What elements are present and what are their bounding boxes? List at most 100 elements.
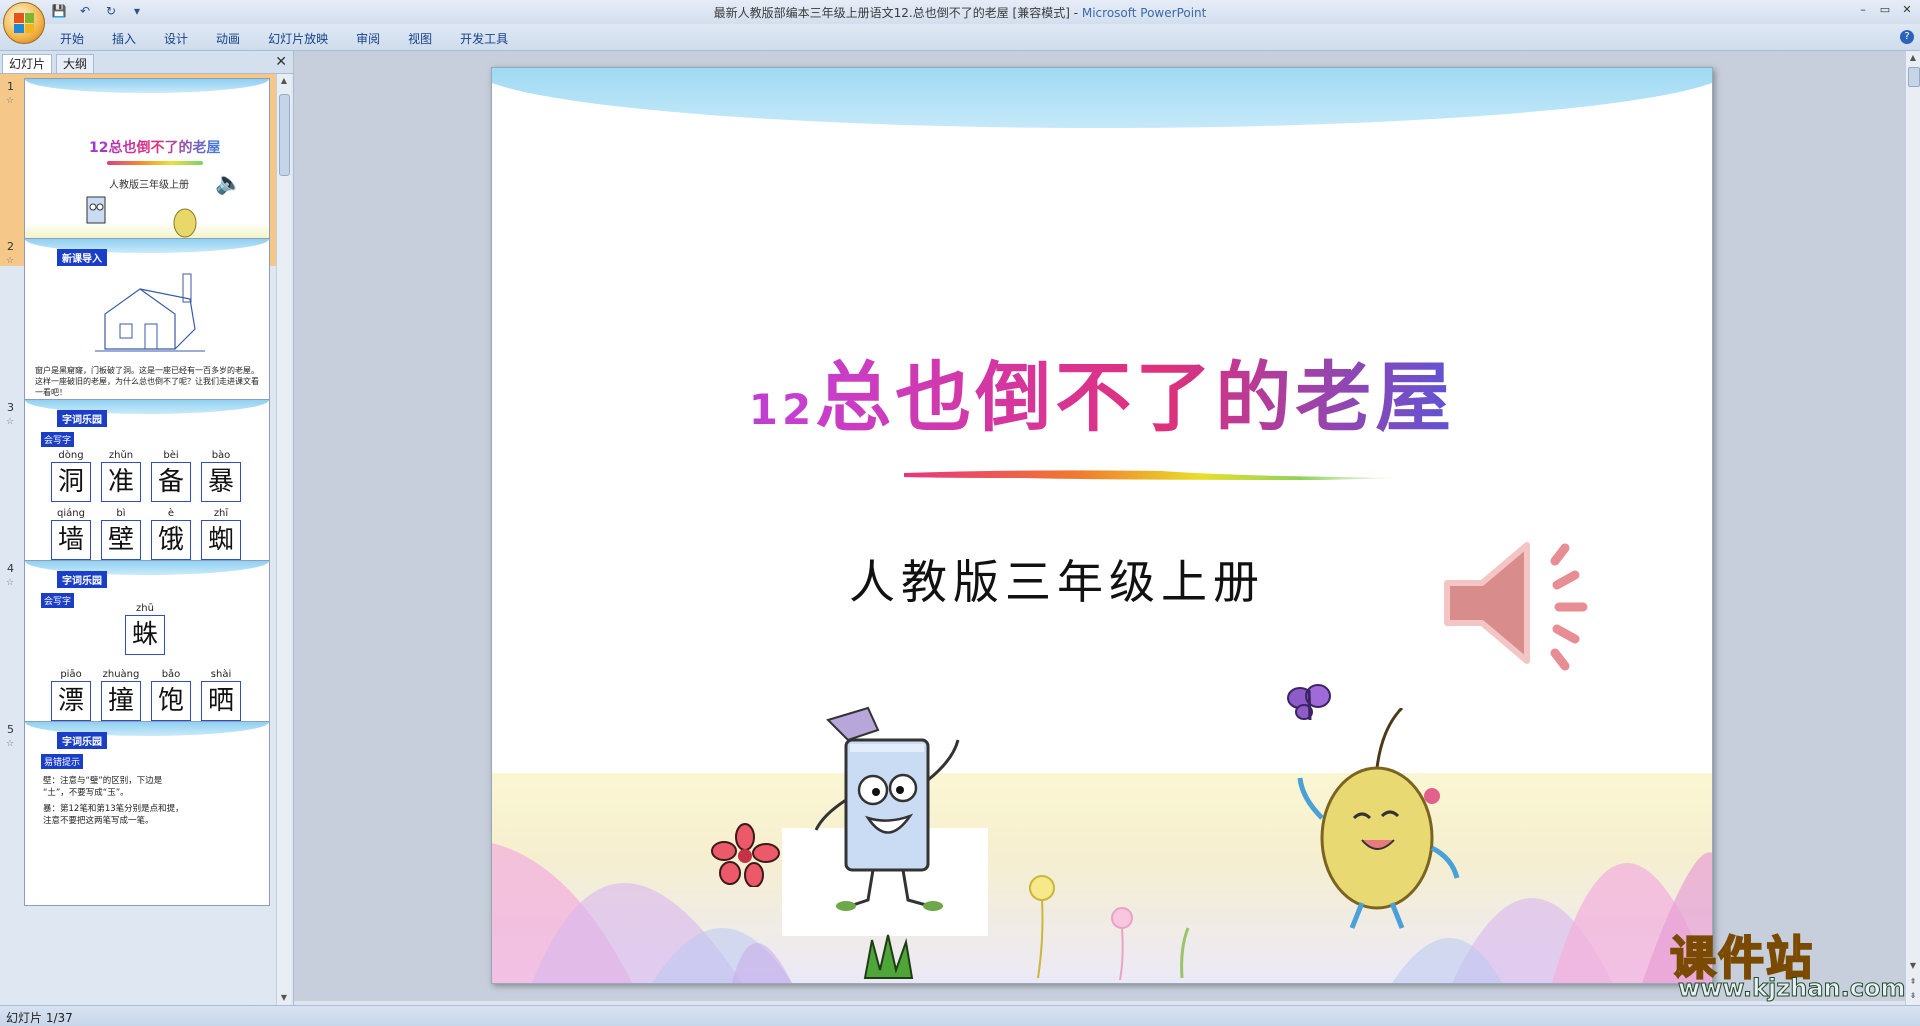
window-controls: – ▭ ✕ — [1854, 2, 1916, 18]
character-cell: zhū 蛛 — [125, 603, 165, 655]
thumbnail-tag: 新课导入 — [57, 249, 107, 266]
scroll-down-icon[interactable]: ▼ — [279, 993, 289, 1003]
watermark-url: www.kjzhan.com — [1677, 974, 1906, 1003]
scrollbar-thumb[interactable] — [279, 94, 290, 176]
tab-animations[interactable]: 动画 — [216, 30, 254, 47]
title-separator: - — [1069, 6, 1082, 20]
tab-slideshow[interactable]: 幻灯片放映 — [268, 30, 342, 47]
character: 洞 — [51, 462, 91, 502]
character: 晒 — [201, 681, 241, 721]
animation-star-icon: ☆ — [6, 256, 15, 266]
lesson-title: 总也倒不了的老屋 — [815, 353, 1456, 442]
slide-number: 1 — [7, 80, 14, 93]
thumbnail-brush-stroke — [107, 161, 203, 165]
minimize-button[interactable]: – — [1854, 2, 1872, 18]
restore-button[interactable]: ▭ — [1876, 2, 1894, 18]
book-character-icon — [814, 706, 960, 911]
slide-number: 4 — [7, 562, 14, 575]
status-bar: 幻灯片 1/37 — [0, 1005, 1920, 1026]
small-flowers-icon — [1029, 875, 1190, 981]
watermark: 课件站 www.kjzhan.com — [1669, 922, 1906, 1004]
ribbon-tabs: 开始 插入 设计 动画 幻灯片放映 审阅 视图 开发工具 — [60, 30, 536, 47]
character: 暴 — [201, 462, 241, 502]
thumbnail-subtag: 会写字 — [41, 593, 75, 608]
tab-slides[interactable]: 幻灯片 — [2, 54, 53, 73]
character-cell: zhī 蜘 — [201, 508, 241, 560]
scrollbar-thumb[interactable] — [1908, 67, 1920, 87]
close-button[interactable]: ✕ — [1898, 2, 1916, 18]
close-pane-icon[interactable]: ✕ — [275, 54, 287, 70]
pane-tabs: 幻灯片 大纲 ✕ — [0, 51, 293, 74]
slide-thumbnail-list: 1 ☆ 12总也倒不了的老屋 人教版三年级上册 🔈 2 ☆ 新课导入 窗户是黑窟… — [0, 74, 276, 1005]
scroll-down-icon[interactable]: ▼ — [1908, 961, 1918, 971]
pinyin: piāo — [60, 669, 82, 680]
speaker-icon: 🔈 — [215, 171, 243, 196]
office-button[interactable] — [3, 2, 45, 44]
tab-insert[interactable]: 插入 — [112, 30, 150, 47]
character-cell: piāo 漂 — [51, 669, 91, 721]
thumbnail-tag: 字词乐园 — [57, 732, 107, 749]
pinyin: bǎo — [161, 669, 181, 680]
character-row: piāo 漂 zhuàng 撞 bǎo 饱 shài 晒 — [51, 669, 241, 721]
character-row: zhū 蛛 — [125, 603, 165, 655]
pinyin: zhī — [213, 508, 229, 519]
character-cell: zhuàng 撞 — [101, 669, 141, 721]
character: 墙 — [51, 520, 91, 560]
book-character-icon — [86, 196, 106, 224]
tab-design[interactable]: 设计 — [164, 30, 202, 47]
previous-slide-icon[interactable]: ⇞ — [1908, 977, 1918, 987]
house-sketch-icon — [95, 273, 205, 352]
pinyin: bào — [211, 450, 231, 461]
pinyin: zhuàng — [102, 669, 140, 680]
character: 备 — [151, 462, 191, 502]
pinyin: qiáng — [57, 508, 85, 519]
lesson-number: 12 — [748, 385, 816, 434]
tab-review[interactable]: 审阅 — [356, 30, 394, 47]
thumbnail-scrollbar[interactable]: ▲ ▼ — [276, 74, 291, 1005]
scroll-up-icon[interactable]: ▲ — [1908, 53, 1918, 63]
tab-home[interactable]: 开始 — [60, 30, 98, 47]
document-title: 最新人教版部编本三年级上册语文12.总也倒不了的老屋 [兼容模式] — [713, 6, 1070, 20]
character: 蜘 — [201, 520, 241, 560]
slide-counter: 幻灯片 1/37 — [6, 1011, 73, 1025]
rainbow-brush-stroke — [904, 470, 1400, 480]
tab-developer[interactable]: 开发工具 — [460, 30, 522, 47]
character: 撞 — [101, 681, 141, 721]
thumbnail-text-line: 注意不要把这两笔写成一笔。 — [43, 816, 154, 826]
pinyin: dòng — [58, 450, 84, 461]
slide-thumbnail-5[interactable]: 5 ☆ 字词乐园 易错提示 壁：注意与“璧”的区别，下边是 “土”，不要写成“玉… — [0, 717, 276, 909]
character: 蛛 — [125, 615, 165, 655]
speaker-icon[interactable] — [1437, 523, 1607, 683]
pinyin: shài — [210, 669, 232, 680]
pinyin: zhǔn — [108, 450, 134, 461]
character-cell: qiáng 墙 — [51, 508, 91, 560]
next-slide-icon[interactable]: ⇟ — [1908, 991, 1918, 1001]
tab-outline[interactable]: 大纲 — [56, 54, 95, 73]
thumbnail-text-line: 壁：注意与“璧”的区别，下边是 — [43, 776, 163, 786]
slides-pane: 幻灯片 大纲 ✕ 1 ☆ 12总也倒不了的老屋 人教版三年级上册 🔈 2 ☆ 新… — [0, 51, 294, 1005]
thumbnail-subtitle: 人教版三年级上册 — [109, 180, 189, 191]
application-name: Microsoft PowerPoint — [1081, 6, 1207, 20]
character-cell: bào 暴 — [201, 450, 241, 502]
thumbnail-paragraph: 窗户是黑窟窿，门板破了洞。这是一座已经有一百多岁的老屋。这样一座破旧的老屋，为什… — [35, 366, 259, 397]
pinyin: zhū — [136, 603, 154, 614]
thumbnail-tag: 字词乐园 — [57, 571, 107, 588]
vertical-scrollbar[interactable]: ▲ ▼ ⇞ ⇟ — [1905, 51, 1920, 1005]
slide-title[interactable]: 12总也倒不了的老屋 — [492, 336, 1712, 446]
character-cell: shài 晒 — [201, 669, 241, 721]
help-icon[interactable]: ? — [1900, 30, 1914, 44]
character: 壁 — [101, 520, 141, 560]
current-slide[interactable]: 12总也倒不了的老屋 人教版三年级上册 — [491, 67, 1713, 984]
character-cell: bǎo 饱 — [151, 669, 191, 721]
thumbnail-text-line: “土”，不要写成“玉”。 — [43, 788, 129, 798]
character-cell: bèi 备 — [151, 450, 191, 502]
scroll-up-icon[interactable]: ▲ — [279, 76, 289, 86]
character: 饱 — [151, 681, 191, 721]
slide-number: 3 — [7, 401, 14, 414]
ribbon: 开始 插入 设计 动画 幻灯片放映 审阅 视图 开发工具 ? — [0, 24, 1920, 51]
animation-star-icon: ☆ — [6, 96, 15, 106]
grass-tuft-icon — [863, 934, 914, 979]
window-title: 最新人教版部编本三年级上册语文12.总也倒不了的老屋 [兼容模式] - Micr… — [0, 4, 1920, 21]
tab-view[interactable]: 视图 — [408, 30, 446, 47]
character: 漂 — [51, 681, 91, 721]
